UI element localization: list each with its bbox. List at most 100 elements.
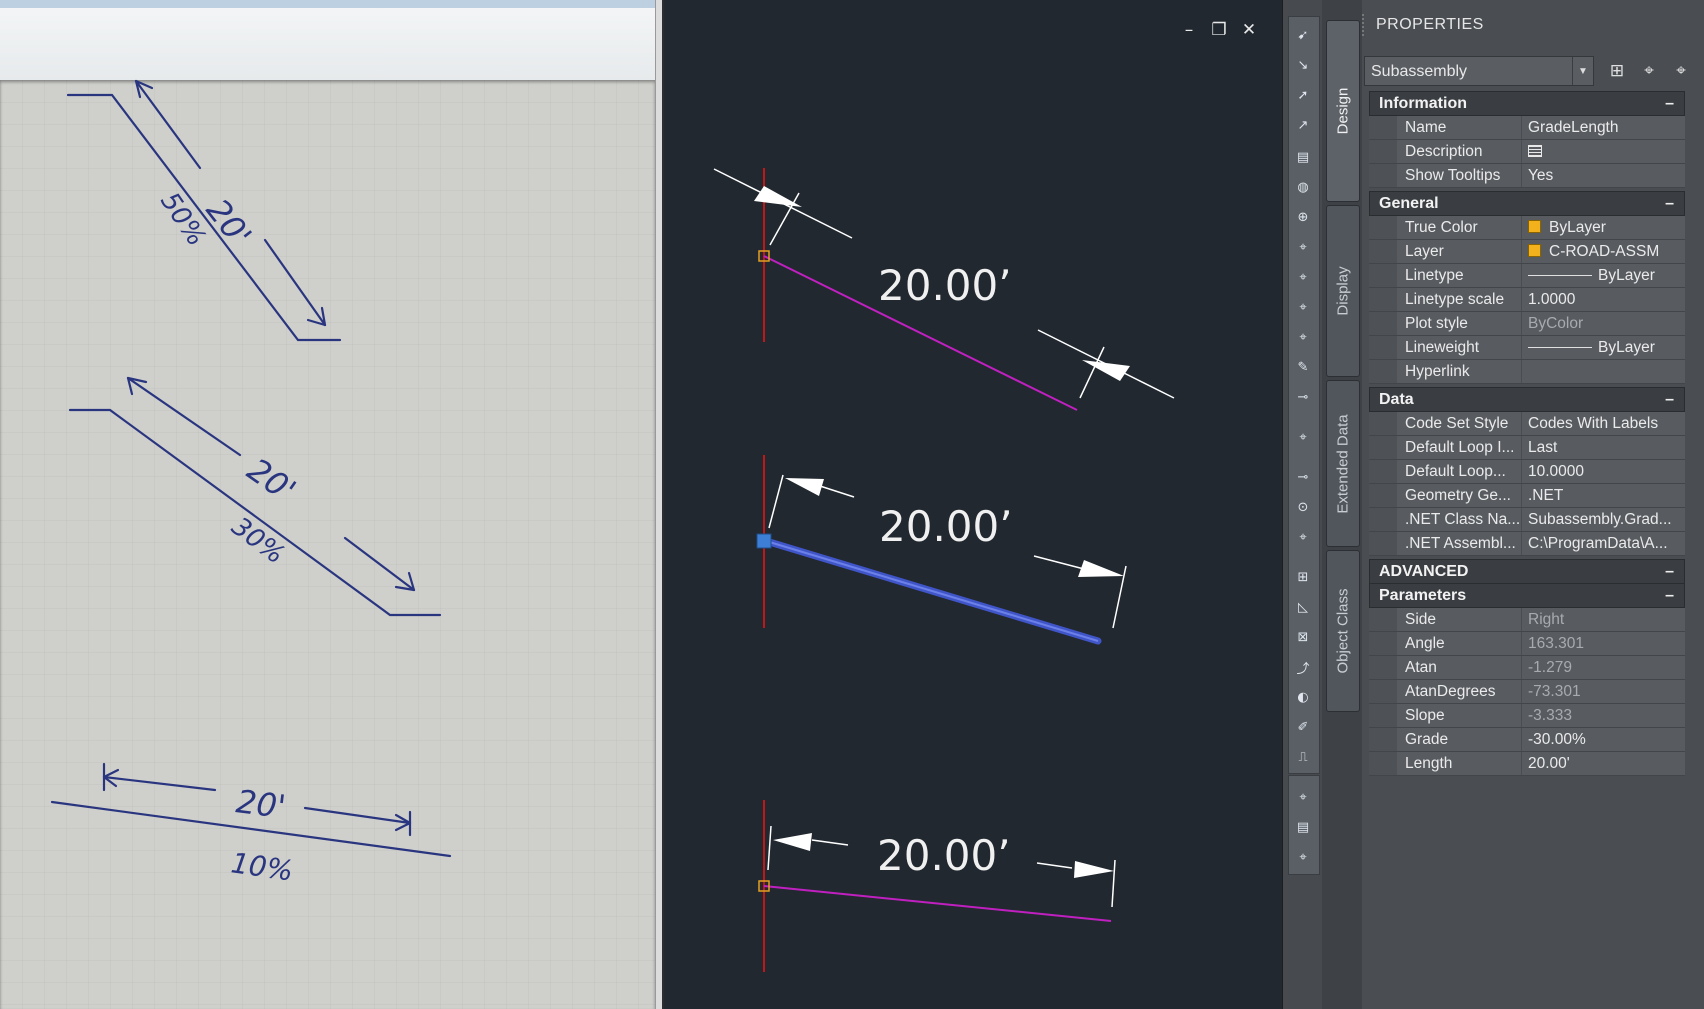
property-row[interactable]: Code Set Style Codes With Labels	[1369, 412, 1685, 436]
toggle-pickadd-icon[interactable]: ⊞	[1604, 58, 1630, 84]
sphere-icon[interactable]: ◐	[1293, 687, 1313, 707]
grid-select-icon[interactable]: ⊞	[1293, 567, 1313, 587]
property-row[interactable]: Grade -30.00%	[1369, 728, 1685, 752]
property-row[interactable]: Angle 163.301	[1369, 632, 1685, 656]
section-parameters[interactable]: Parameters –	[1369, 583, 1685, 608]
red-snap-icon[interactable]: ⊸	[1293, 387, 1313, 407]
chevron-down-icon[interactable]: ▼	[1572, 57, 1593, 85]
property-value[interactable]: ByLayer	[1522, 216, 1685, 239]
drawing-viewport[interactable]: – ❐ ✕ 20.00’ 20.00’ 20.00’	[664, 0, 1282, 1009]
drawing-canvas[interactable]: 20.00’ 20.00’ 20.00’	[664, 0, 1282, 1009]
sketch-arrow-2a	[126, 376, 242, 457]
property-value[interactable]: 20.00'	[1522, 752, 1685, 775]
property-row[interactable]: Side Right	[1369, 608, 1685, 632]
pen-icon[interactable]: ✎	[1293, 357, 1313, 377]
object-type-select[interactable]: Subassembly ▼	[1364, 56, 1594, 86]
corner-icon[interactable]: ◺	[1293, 597, 1313, 617]
tab-object-class[interactable]: Object Class	[1326, 550, 1360, 712]
property-value[interactable]: Right	[1522, 608, 1685, 631]
property-row[interactable]: Show Tooltips Yes	[1369, 164, 1685, 188]
snap-angle-icon[interactable]: ⌖	[1293, 267, 1313, 287]
property-value[interactable]: 10.0000	[1522, 460, 1685, 483]
property-value[interactable]: -3.333	[1522, 704, 1685, 727]
subassembly-3[interactable]: 20.00’	[758, 800, 1116, 972]
property-value[interactable]: 163.301	[1522, 632, 1685, 655]
property-value[interactable]: -1.279	[1522, 656, 1685, 679]
property-value[interactable]: Subassembly.Grad...	[1522, 508, 1685, 531]
snap-settings-icon[interactable]: ⌖	[1293, 787, 1313, 807]
quick-select-icon[interactable]: ⌖	[1668, 58, 1694, 84]
globe-icon[interactable]: ◍	[1293, 177, 1313, 197]
curve-icon[interactable]: ⤴	[1293, 657, 1313, 677]
collapse-icon[interactable]: –	[1665, 560, 1674, 583]
property-value[interactable]: C-ROAD-ASSM	[1522, 240, 1685, 263]
select-objects-icon[interactable]: ⌖	[1636, 58, 1662, 84]
property-value[interactable]: ByLayer	[1522, 264, 1685, 287]
tab-extended-data[interactable]: Extended Data	[1326, 380, 1360, 547]
collapse-icon[interactable]: –	[1665, 584, 1674, 607]
property-value[interactable]: Codes With Labels	[1522, 412, 1685, 435]
select-icon[interactable]: ↘	[1293, 55, 1313, 75]
property-row[interactable]: Layer C-ROAD-ASSM	[1369, 240, 1685, 264]
document-icon[interactable]: ▤	[1293, 147, 1313, 167]
property-value[interactable]: 1.0000	[1522, 288, 1685, 311]
property-row[interactable]: .NET Assembl... C:\ProgramData\A...	[1369, 532, 1685, 556]
property-value[interactable]: .NET	[1522, 484, 1685, 507]
property-row[interactable]: Plot style ByColor	[1369, 312, 1685, 336]
snap-extra-icon[interactable]: ⌖	[1293, 847, 1313, 867]
property-value[interactable]	[1522, 140, 1685, 163]
property-row[interactable]: Linetype scale 1.0000	[1369, 288, 1685, 312]
subassembly-1[interactable]: 20.00’	[713, 168, 1175, 411]
section-advanced[interactable]: ADVANCED –	[1369, 559, 1685, 584]
property-row[interactable]: Description	[1369, 140, 1685, 164]
property-value[interactable]	[1522, 360, 1685, 383]
property-row[interactable]: Geometry Ge... .NET	[1369, 484, 1685, 508]
world-icon[interactable]: ⊕	[1293, 207, 1313, 227]
property-row[interactable]: .NET Class Na... Subassembly.Grad...	[1369, 508, 1685, 532]
arrow-tool-icon[interactable]: ↗	[1293, 115, 1313, 135]
point-red-icon[interactable]: ⊸	[1293, 467, 1313, 487]
property-value[interactable]: ByLayer	[1522, 336, 1685, 359]
section-information[interactable]: Information –	[1369, 91, 1685, 116]
property-row[interactable]: True Color ByLayer	[1369, 216, 1685, 240]
box-select-icon[interactable]: ⊠	[1293, 627, 1313, 647]
collapse-icon[interactable]: –	[1665, 192, 1674, 215]
property-row[interactable]: Default Loop I... Last	[1369, 436, 1685, 460]
sheet-icon[interactable]: ▤	[1293, 817, 1313, 837]
brush-icon[interactable]: ✐	[1293, 717, 1313, 737]
pointer-icon[interactable]: ➹	[1293, 25, 1313, 45]
node-icon[interactable]: ⊙	[1293, 497, 1313, 517]
property-row[interactable]: Lineweight ByLayer	[1369, 336, 1685, 360]
collapse-icon[interactable]: –	[1665, 388, 1674, 411]
node-edit-icon[interactable]: ⌖	[1293, 527, 1313, 547]
property-row[interactable]: Linetype ByLayer	[1369, 264, 1685, 288]
property-row[interactable]: Hyperlink	[1369, 360, 1685, 384]
collapse-icon[interactable]: –	[1665, 92, 1674, 115]
property-value[interactable]: ByColor	[1522, 312, 1685, 335]
snap-pick-icon[interactable]: ⌖	[1293, 297, 1313, 317]
property-row[interactable]: AtanDegrees -73.301	[1369, 680, 1685, 704]
property-value[interactable]: C:\ProgramData\A...	[1522, 532, 1685, 555]
palette-grip[interactable]	[1362, 14, 1368, 36]
tab-display[interactable]: Display	[1326, 205, 1360, 377]
subassembly-2-selected[interactable]: 20.00’	[756, 455, 1127, 645]
section-data[interactable]: Data –	[1369, 387, 1685, 412]
property-value[interactable]: -73.301	[1522, 680, 1685, 703]
snap-move-icon[interactable]: ⌖	[1293, 327, 1313, 347]
point-add-icon[interactable]: ⌖	[1293, 427, 1313, 447]
property-row[interactable]: Name GradeLength	[1369, 116, 1685, 140]
snap-icon[interactable]: ⌖	[1293, 237, 1313, 257]
property-row[interactable]: Default Loop... 10.0000	[1369, 460, 1685, 484]
property-value[interactable]: Last	[1522, 436, 1685, 459]
property-row[interactable]: Slope -3.333	[1369, 704, 1685, 728]
section-general[interactable]: General –	[1369, 191, 1685, 216]
property-value[interactable]: GradeLength	[1522, 116, 1685, 139]
cursor-icon[interactable]: ➚	[1293, 85, 1313, 105]
profile-icon[interactable]: ⎍	[1293, 747, 1313, 767]
tab-design[interactable]: Design	[1326, 20, 1360, 202]
property-value[interactable]: -30.00%	[1522, 728, 1685, 751]
description-editor-icon[interactable]	[1528, 145, 1542, 157]
property-row[interactable]: Length 20.00'	[1369, 752, 1685, 776]
property-value[interactable]: Yes	[1522, 164, 1685, 187]
property-row[interactable]: Atan -1.279	[1369, 656, 1685, 680]
